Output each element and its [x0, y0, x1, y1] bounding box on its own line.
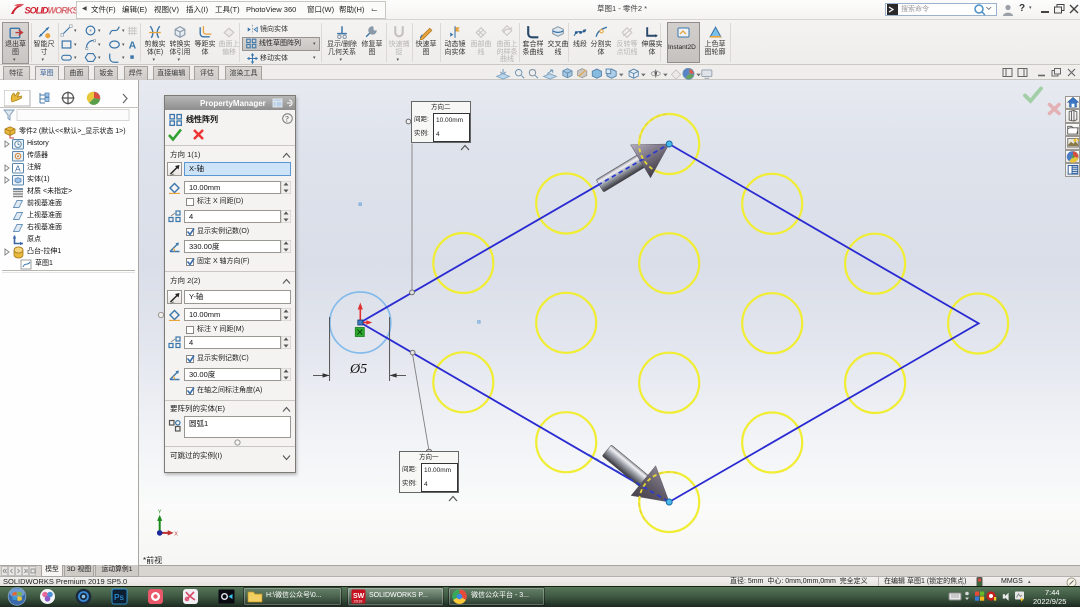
svg-text:2019: 2019	[354, 599, 364, 604]
svg-text:X: X	[174, 531, 178, 537]
svg-text:?: ?	[285, 115, 289, 124]
svg-text:Y: Y	[158, 509, 162, 515]
svg-text:A: A	[129, 40, 137, 51]
svg-text:Ø5: Ø5	[349, 362, 367, 377]
svg-text:A: A	[15, 163, 21, 173]
svg-text:Ps: Ps	[114, 592, 124, 602]
svg-text:SOLIDWORKS: SOLIDWORKS	[25, 6, 79, 16]
